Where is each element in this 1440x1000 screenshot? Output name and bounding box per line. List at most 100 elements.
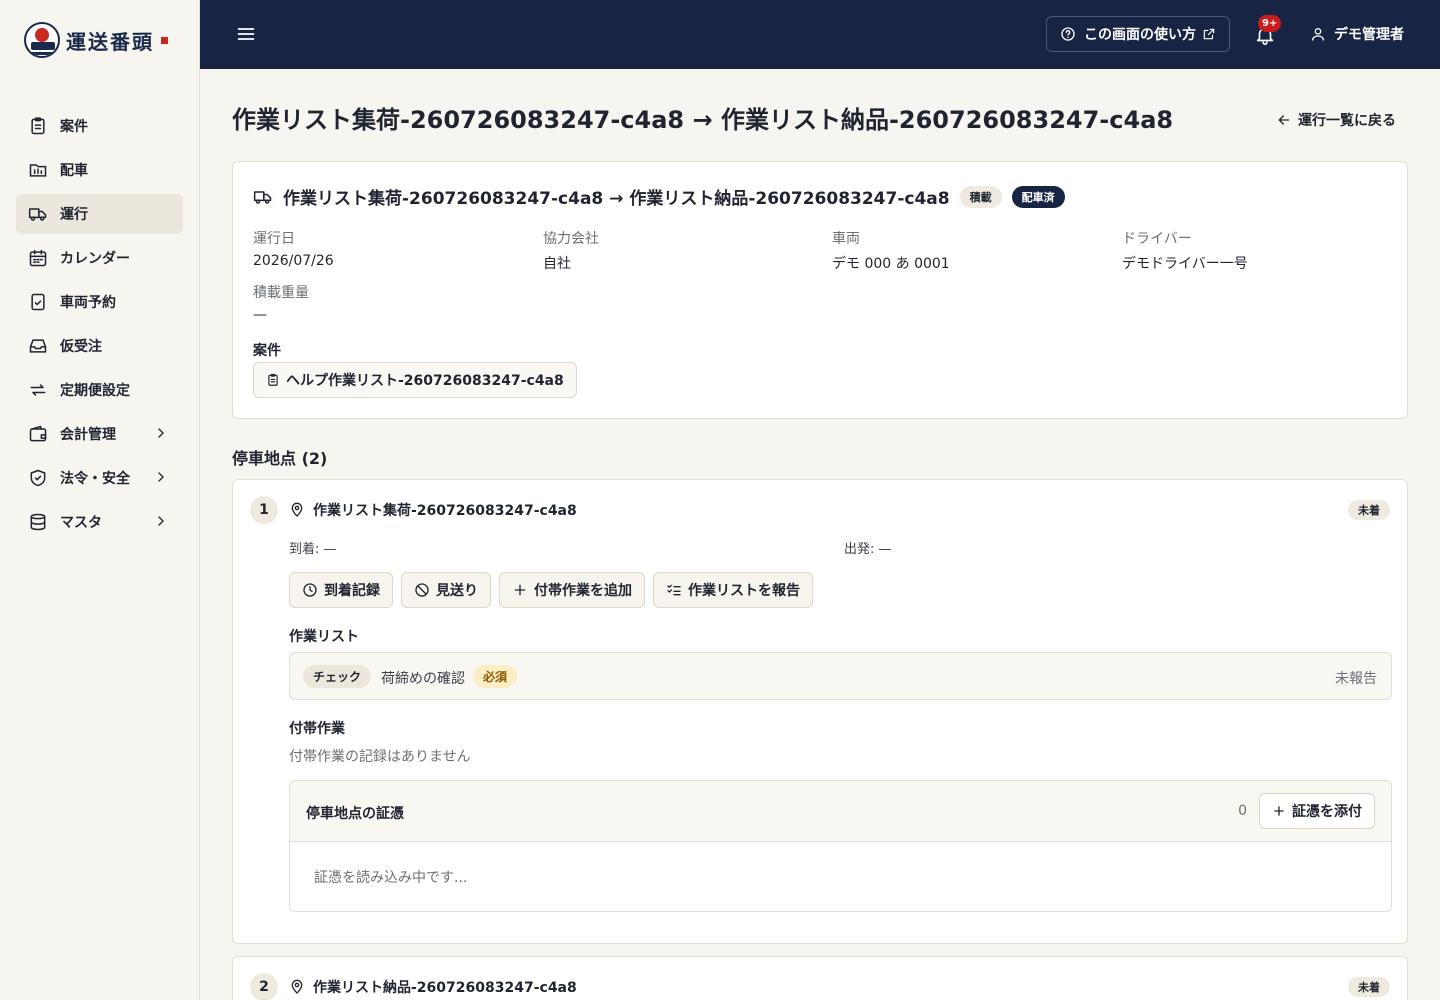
case-section-label: 案件 — [253, 343, 281, 359]
sidebar-item-label: 車両予約 — [60, 295, 116, 311]
sidebar-item-provisional-orders[interactable]: 仮受注 — [16, 326, 183, 366]
field-label: 車両 — [832, 231, 860, 247]
field-vehicle: 車両 デモ 000 あ 0001 — [832, 228, 950, 273]
dispatch-board-icon — [29, 164, 47, 177]
back-link-label: 運行一覧に戻る — [1298, 113, 1396, 129]
field-label: ドライバー — [1122, 231, 1192, 247]
clipboard-icon — [31, 117, 45, 135]
sidebar: 運送番頭 案件 配車 運行 カレンダー 車両予約 仮受注 定期便設定 会計管理 … — [0, 0, 200, 1000]
sidebar-item-label: 会計管理 — [60, 427, 116, 443]
button-label: 作業リストを報告 — [688, 583, 800, 599]
user-name: デモ管理者 — [1334, 27, 1404, 43]
stop-name-label: 作業リスト納品-260726083247-c4a8 — [313, 980, 577, 996]
summary-header: 作業リスト集荷-260726083247-c4a8 → 作業リスト納品-2607… — [253, 184, 1065, 209]
arrow-left-icon — [1278, 115, 1290, 125]
evidence-loading-message: 証憑を読み込み中です... — [314, 870, 468, 886]
plus-icon — [1274, 806, 1284, 816]
sidebar-item-master[interactable]: マスタ — [16, 502, 183, 542]
button-label: 到着記録 — [324, 583, 380, 599]
stop-card: 2 作業リスト納品-260726083247-c4a8 未着 — [232, 956, 1408, 1000]
back-to-list-link[interactable]: 運行一覧に戻る — [1276, 110, 1396, 130]
arrival-time: 到着: — — [289, 542, 337, 557]
stop-status-badge: 未着 — [1348, 977, 1390, 997]
database-icon — [30, 513, 46, 531]
field-value: 自社 — [543, 256, 571, 272]
sidebar-item-label: 定期便設定 — [60, 383, 130, 399]
field-label: 積載重量 — [253, 285, 309, 301]
sidebar-item-label: 案件 — [60, 119, 88, 135]
button-label: 見送り — [436, 583, 478, 599]
evidence-title: 停車地点の証憑 — [306, 806, 404, 822]
sidebar-item-calendar[interactable]: カレンダー — [16, 238, 183, 278]
stops-section-title: 停車地点 (2) — [232, 449, 328, 468]
sidebar-item-label: マスタ — [60, 515, 102, 531]
extra-work-empty-message: 付帯作業の記録はありません — [289, 749, 471, 765]
sidebar-item-accounting[interactable]: 会計管理 — [16, 414, 183, 454]
chevron-right-icon — [158, 516, 164, 526]
stop-status-badge: 未着 — [1348, 500, 1390, 520]
help-button-label: この画面の使い方 — [1084, 27, 1196, 43]
notification-badge: 9+ — [1258, 15, 1282, 32]
stop-name-label: 作業リスト集荷-260726083247-c4a8 — [313, 503, 577, 519]
truck-icon — [253, 190, 272, 204]
add-extra-work-button[interactable]: 付帯作業を追加 — [499, 572, 645, 608]
sidebar-item-scheduled-runs[interactable]: 定期便設定 — [16, 370, 183, 410]
sidebar-item-operations[interactable]: 運行 — [16, 194, 183, 234]
field-value: 2026/07/26 — [253, 253, 334, 269]
user-icon — [1312, 28, 1324, 41]
inbox-icon — [29, 339, 47, 353]
field-value: デモドライバー一号 — [1122, 256, 1248, 272]
logo-icon — [24, 22, 60, 58]
sidebar-item-label: 運行 — [60, 207, 88, 223]
map-pin-icon — [291, 502, 303, 517]
sidebar-nav: 案件 配車 運行 カレンダー 車両予約 仮受注 定期便設定 会計管理 法令・安全… — [16, 106, 183, 546]
record-arrival-button[interactable]: 到着記録 — [289, 572, 393, 608]
skip-stop-button[interactable]: 見送り — [401, 572, 491, 608]
case-link-chip[interactable]: ヘルプ作業リスト-260726083247-c4a8 — [253, 362, 577, 398]
truck-icon — [28, 208, 47, 221]
field-partner: 協力会社 自社 — [543, 228, 599, 273]
user-menu[interactable]: デモ管理者 — [1310, 24, 1404, 44]
summary-title: 作業リスト集荷-260726083247-c4a8 → 作業リスト納品-2607… — [283, 189, 950, 209]
evidence-count: 0 — [1238, 803, 1247, 819]
wallet-icon — [29, 425, 47, 442]
list-check-icon — [667, 584, 681, 596]
external-link-icon — [1203, 28, 1215, 40]
field-load-weight: 積載重量 — — [253, 282, 309, 323]
brand-name: 運送番頭 — [66, 29, 154, 54]
sidebar-item-label: 配車 — [60, 163, 88, 179]
ban-icon — [415, 583, 429, 597]
page-title: 作業リスト集荷-260726083247-c4a8 → 作業リスト納品-2607… — [232, 106, 1174, 134]
stop-number: 1 — [250, 496, 278, 524]
operation-summary-card: 作業リスト集荷-260726083247-c4a8 → 作業リスト納品-2607… — [232, 161, 1408, 419]
extra-work-section-label: 付帯作業 — [289, 721, 345, 737]
worklist-item-status: 未報告 — [1335, 671, 1377, 687]
worklist-section-label: 作業リスト — [289, 629, 359, 645]
field-label: 運行日 — [253, 231, 295, 247]
help-button[interactable]: この画面の使い方 — [1046, 16, 1230, 52]
sidebar-item-compliance[interactable]: 法令・安全 — [16, 458, 183, 498]
report-worklist-button[interactable]: 作業リストを報告 — [653, 572, 813, 608]
sidebar-item-label: 法令・安全 — [60, 471, 130, 487]
menu-icon[interactable] — [236, 24, 256, 44]
stop-name: 作業リスト納品-260726083247-c4a8 — [289, 977, 577, 997]
loaded-badge: 積載 — [959, 185, 1002, 208]
dispatch-status-badge: 配車済 — [1011, 185, 1065, 208]
field-value: — — [253, 307, 267, 323]
worklist-item-text: 荷締めの確認 — [381, 671, 465, 687]
button-label: 付帯作業を追加 — [534, 583, 632, 599]
required-badge: 必須 — [473, 665, 518, 688]
clock-icon — [303, 583, 317, 597]
button-label: 証憑を添付 — [1292, 804, 1362, 820]
sidebar-item-cases[interactable]: 案件 — [16, 106, 183, 146]
shield-check-icon — [30, 469, 46, 487]
brand-logo[interactable]: 運送番頭 — [24, 22, 168, 58]
field-driver: ドライバー デモドライバー一号 — [1122, 228, 1248, 273]
sidebar-item-dispatch[interactable]: 配車 — [16, 150, 183, 190]
attach-evidence-button[interactable]: 証憑を添付 — [1259, 793, 1375, 829]
clipboard-check-icon — [31, 293, 45, 311]
sidebar-item-vehicle-booking[interactable]: 車両予約 — [16, 282, 183, 322]
evidence-header: 停車地点の証憑 0 証憑を添付 — [290, 781, 1391, 842]
chevron-right-icon — [158, 472, 164, 482]
calendar-icon — [29, 249, 47, 267]
